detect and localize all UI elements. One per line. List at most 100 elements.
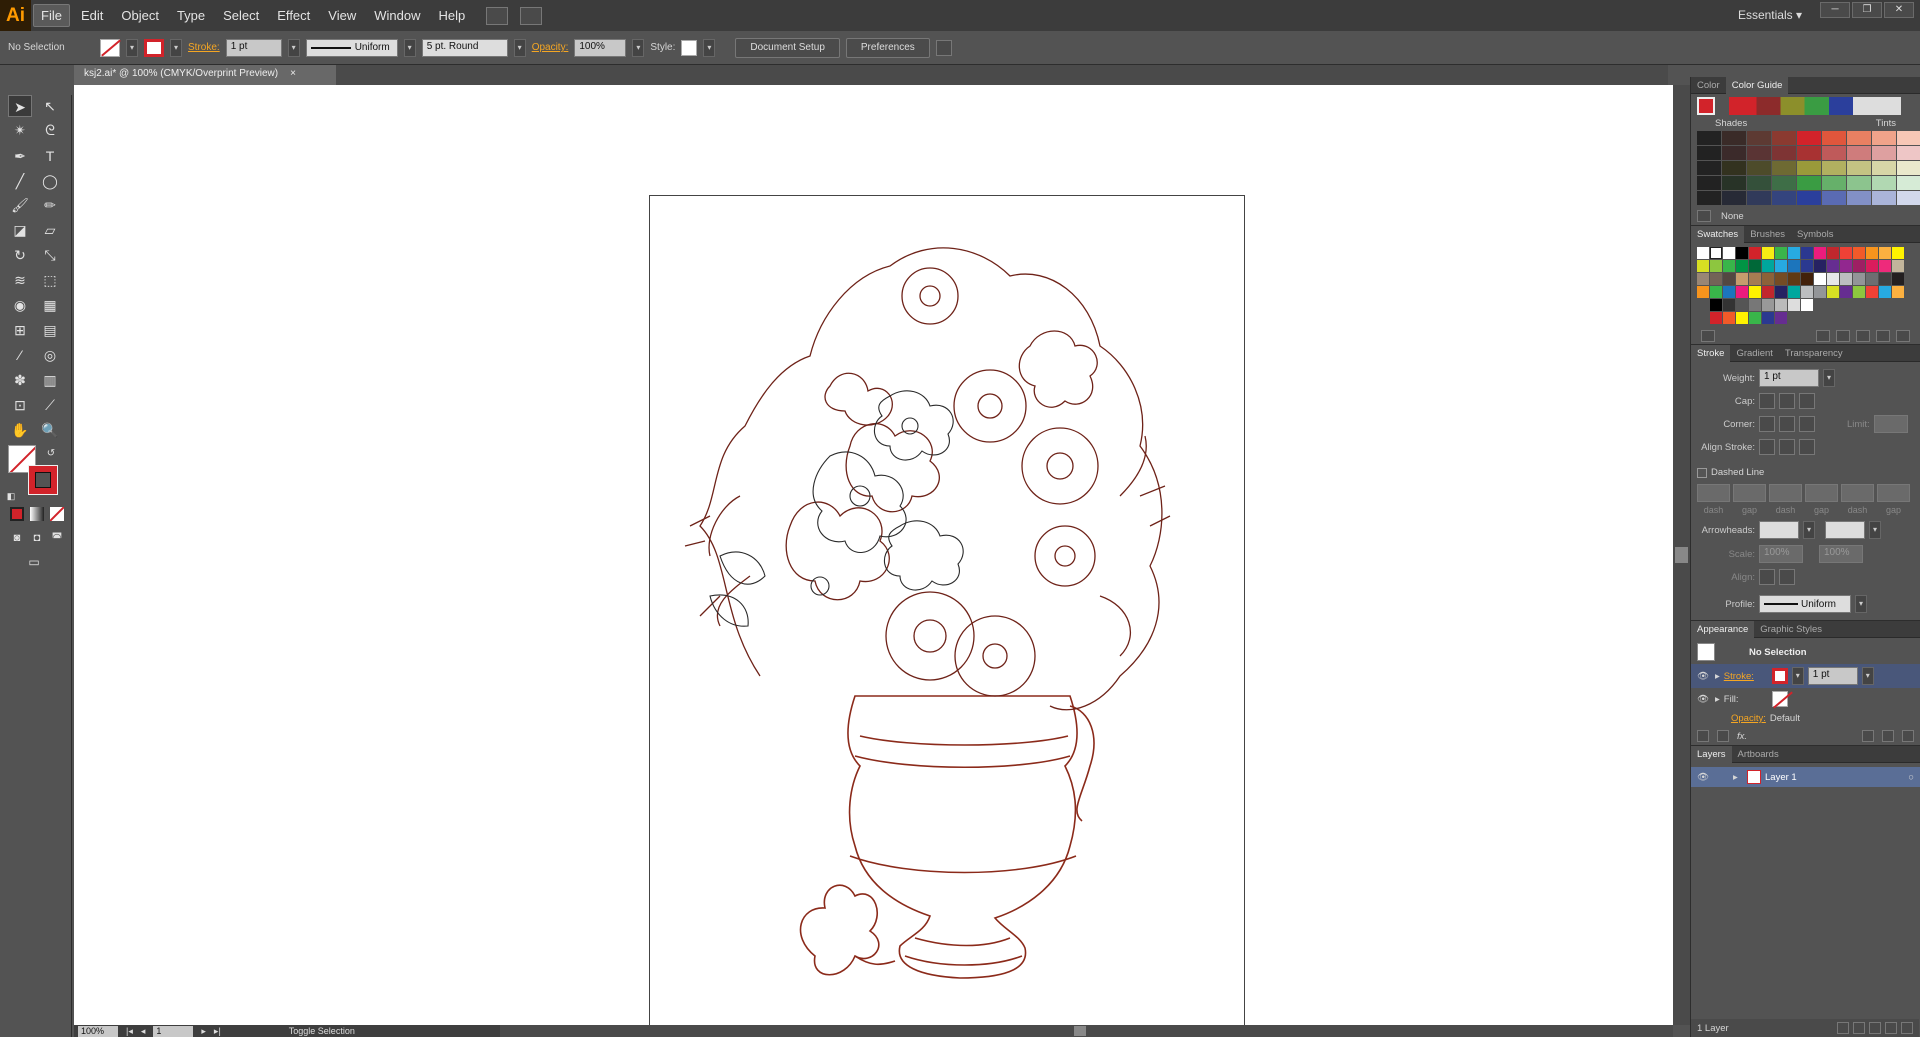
align-center-icon[interactable]: [1759, 439, 1775, 455]
artboard-tool-icon[interactable]: ⊡: [8, 394, 32, 416]
bridge-icon[interactable]: [486, 6, 509, 25]
artboard[interactable]: [649, 195, 1245, 1037]
color-variations-grid[interactable]: [1691, 129, 1920, 207]
harmony-rules[interactable]: [1729, 97, 1901, 115]
fill-swatch[interactable]: [100, 38, 120, 57]
new-layer-icon[interactable]: [1885, 1022, 1897, 1034]
layer-visibility-icon[interactable]: 👁: [1697, 772, 1711, 783]
menu-window[interactable]: Window: [367, 5, 427, 26]
tab-swatches[interactable]: Swatches: [1691, 225, 1745, 243]
delete-swatch-icon[interactable]: [1896, 330, 1910, 342]
layer-target-icon[interactable]: ○: [1908, 772, 1914, 783]
visibility-eye-icon[interactable]: 👁: [1697, 671, 1711, 682]
tab-brushes[interactable]: Brushes: [1744, 226, 1791, 243]
hand-tool-icon[interactable]: ✋: [8, 419, 32, 441]
appearance-fill-row[interactable]: 👁 ▸ Fill:: [1691, 688, 1920, 710]
edit-colors-icon[interactable]: [1697, 210, 1711, 222]
preferences-button[interactable]: Preferences: [845, 37, 930, 58]
menu-view[interactable]: View: [321, 5, 363, 26]
tab-symbols[interactable]: Symbols: [1791, 226, 1839, 243]
align-inside-icon[interactable]: [1779, 439, 1795, 455]
shape-builder-tool-icon[interactable]: ◉: [8, 294, 32, 316]
tab-gradient[interactable]: Gradient: [1730, 345, 1778, 362]
swatch-options-icon[interactable]: [1836, 330, 1850, 342]
tab-color-guide[interactable]: Color Guide: [1725, 76, 1789, 94]
dash-3[interactable]: [1841, 484, 1874, 502]
new-swatch-icon[interactable]: [1876, 330, 1890, 342]
start-scale[interactable]: 100%: [1759, 545, 1803, 563]
appearance-stroke-label[interactable]: Stroke:: [1724, 671, 1768, 682]
appearance-opacity-row[interactable]: Opacity: Default: [1691, 710, 1920, 727]
eyedropper-tool-icon[interactable]: ⁄: [8, 344, 32, 366]
gradient-tool-icon[interactable]: ▤: [38, 319, 62, 341]
delete-layer-icon[interactable]: [1901, 1022, 1913, 1034]
type-tool-icon[interactable]: T: [38, 145, 62, 167]
slice-tool-icon[interactable]: ⟋: [38, 394, 62, 416]
scale-tool-icon[interactable]: ⤡: [38, 244, 62, 266]
profile-dropdown[interactable]: ▾: [1855, 595, 1867, 613]
horizontal-scroll-thumb[interactable]: [1074, 1026, 1086, 1036]
round-cap-icon[interactable]: [1779, 393, 1795, 409]
stroke-weight-field[interactable]: 1 pt: [225, 38, 282, 57]
stroke-dropdown[interactable]: ▾: [170, 38, 182, 57]
canvas[interactable]: [74, 85, 1673, 1037]
none-mode-icon[interactable]: [50, 507, 64, 521]
menu-file[interactable]: File: [33, 4, 70, 27]
ellipse-tool-icon[interactable]: ◯: [38, 170, 62, 192]
expand-arrow-icon[interactable]: ▸: [1715, 671, 1720, 682]
vertical-scroll-thumb[interactable]: [1675, 547, 1688, 563]
pen-tool-icon[interactable]: ✒: [8, 145, 32, 167]
limit-field[interactable]: [1873, 415, 1908, 433]
swatch-libraries-icon[interactable]: [1701, 330, 1715, 342]
pencil-tool-icon[interactable]: ✏: [38, 194, 62, 216]
style-dropdown[interactable]: ▾: [703, 38, 716, 57]
draw-normal-icon[interactable]: ◙: [8, 527, 26, 549]
direct-selection-tool-icon[interactable]: ↖: [38, 95, 62, 117]
stroke-label[interactable]: Stroke:: [188, 42, 220, 53]
tab-artboards[interactable]: Artboards: [1732, 746, 1785, 763]
first-artboard-icon[interactable]: |◂: [126, 1026, 133, 1037]
arrow-tip-at-end-icon[interactable]: [1779, 569, 1795, 585]
layer-row[interactable]: 👁 ▸ Layer 1 ○: [1691, 767, 1920, 787]
duplicate-item-icon[interactable]: [1882, 730, 1894, 742]
warp-tool-icon[interactable]: ≋: [8, 269, 32, 291]
dash-2[interactable]: [1769, 484, 1802, 502]
dashed-checkbox[interactable]: [1697, 467, 1707, 478]
weight-dropdown[interactable]: ▾: [1823, 369, 1835, 387]
vertical-scrollbar[interactable]: [1673, 85, 1690, 1025]
dash-1[interactable]: [1697, 484, 1730, 502]
document-tab[interactable]: ksj2.ai* @ 100% (CMYK/Overprint Preview)…: [74, 65, 336, 85]
arrange-documents-icon[interactable]: [520, 6, 543, 25]
graphic-style-swatch[interactable]: [681, 39, 698, 56]
draw-inside-icon[interactable]: ◚: [48, 527, 66, 549]
projecting-cap-icon[interactable]: [1799, 393, 1815, 409]
mesh-tool-icon[interactable]: ⊞: [8, 319, 32, 341]
delete-item-icon[interactable]: [1902, 730, 1914, 742]
maximize-button[interactable]: ❐: [1852, 2, 1882, 18]
menu-edit[interactable]: Edit: [74, 5, 110, 26]
appearance-stroke-weight[interactable]: 1 pt: [1807, 667, 1858, 685]
selection-tool-icon[interactable]: ➤: [8, 95, 32, 117]
profile-field[interactable]: Uniform: [1759, 595, 1851, 613]
gradient-mode-icon[interactable]: [30, 507, 44, 521]
eraser-tool-icon[interactable]: ▱: [38, 219, 62, 241]
layer-expand-icon[interactable]: ▸: [1733, 772, 1743, 783]
add-new-stroke-icon[interactable]: [1697, 730, 1709, 742]
appearance-opacity-label[interactable]: Opacity:: [1731, 713, 1766, 724]
butt-cap-icon[interactable]: [1759, 393, 1775, 409]
add-new-fill-icon[interactable]: [1717, 730, 1729, 742]
end-arrowhead-dropdown[interactable]: ▾: [1869, 521, 1881, 539]
perspective-grid-tool-icon[interactable]: ▦: [38, 294, 62, 316]
status-info[interactable]: Toggle Selection: [289, 1026, 355, 1036]
gap-2[interactable]: [1805, 484, 1838, 502]
minimize-button[interactable]: ─: [1820, 2, 1850, 18]
round-join-icon[interactable]: [1779, 416, 1795, 432]
blob-brush-tool-icon[interactable]: ◪: [8, 219, 32, 241]
menu-type[interactable]: Type: [170, 5, 212, 26]
menu-help[interactable]: Help: [431, 5, 472, 26]
appearance-stroke-dropdown[interactable]: ▾: [1791, 667, 1804, 685]
fill-expand-arrow-icon[interactable]: ▸: [1715, 694, 1720, 705]
variable-width-profile[interactable]: Uniform: [305, 38, 398, 57]
symbol-sprayer-tool-icon[interactable]: ✽: [8, 369, 32, 391]
align-options-icon[interactable]: [935, 39, 952, 56]
